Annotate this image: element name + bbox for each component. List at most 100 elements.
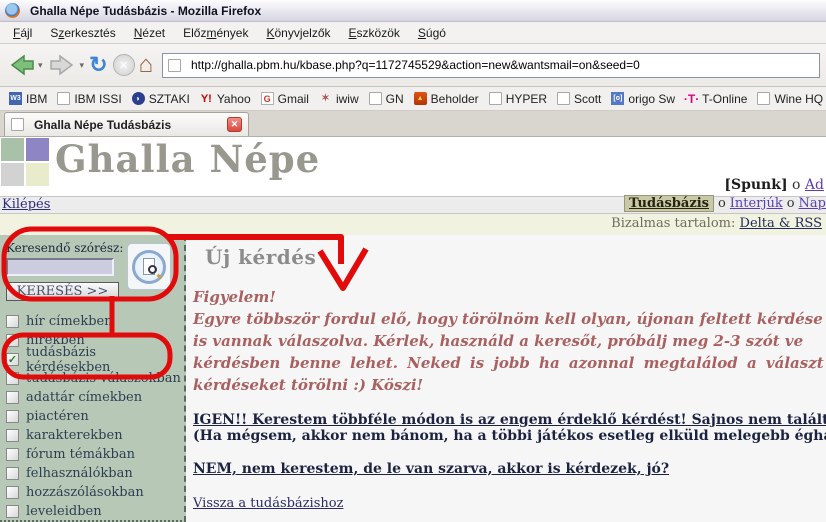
search-input[interactable] (6, 258, 114, 276)
delta-rss-link[interactable]: Delta & RSS (740, 216, 822, 231)
checkbox-unchecked[interactable] (6, 486, 19, 499)
back-dropdown-icon[interactable]: ▾ (38, 60, 43, 71)
sztaki-icon (132, 92, 145, 105)
tab-title: Ghalla Népe Tudásbázis (34, 118, 227, 132)
nav-tab-tudasbazis[interactable]: Tudásbázis (624, 195, 714, 212)
search-preview-button[interactable] (127, 243, 171, 290)
iwiw-icon (319, 92, 332, 105)
yes-searched-link[interactable]: IGEN!! Kerestem többféle módon is az eng… (193, 412, 826, 428)
bookmark-sztaki[interactable]: SZTAKI (127, 90, 195, 108)
bookmark-tonline[interactable]: T-Online (680, 90, 752, 108)
forward-dropdown-icon[interactable]: ▾ (80, 60, 85, 71)
ibm-w3-icon (9, 92, 22, 105)
menu-edit[interactable]: Szerkesztés (41, 23, 124, 43)
search-scope-list: hír címekben hírekben tudásbázis kérdése… (3, 312, 184, 522)
bookmark-yahoo[interactable]: Yahoo (195, 90, 256, 108)
beholder-icon (414, 92, 427, 105)
scope-piacteren[interactable]: piactéren (3, 407, 184, 426)
firefox-icon (5, 3, 20, 18)
tab-bar: Ghalla Népe Tudásbázis ✕ (0, 111, 826, 137)
nav-link-interjuk[interactable]: Interjúk (730, 196, 783, 211)
bookmark-iwiw[interactable]: iwiw (314, 90, 364, 108)
checkbox-checked[interactable] (6, 353, 19, 366)
bookmark-ibm-issi[interactable]: IBM ISSI (52, 90, 126, 108)
page-icon (489, 92, 502, 105)
checkbox-unchecked[interactable] (6, 315, 19, 328)
site-nav-links: Tudásbázis o Interjúk o Nap (624, 195, 826, 212)
bookmark-winehq[interactable]: Wine HQ (752, 90, 826, 108)
checkbox-unchecked[interactable] (6, 372, 19, 385)
checkbox-unchecked[interactable] (6, 429, 19, 442)
main-panel: Új kérdés Figyelem! Egyre többször fordu… (186, 235, 826, 522)
reload-icon: ↻ (89, 54, 107, 76)
menu-tools[interactable]: Eszközök (340, 23, 409, 43)
scope-karakterekben[interactable]: karakterekben (3, 426, 184, 445)
bookmark-gn[interactable]: GN (364, 90, 409, 108)
tab-ghalla-nepe-tudasbazis[interactable]: Ghalla Népe Tudásbázis ✕ (4, 112, 249, 136)
menu-bookmarks[interactable]: Könyvjelzők (257, 23, 339, 43)
warning-heading: Figyelem! (193, 286, 826, 308)
stop-button[interactable]: ✕ (113, 54, 135, 76)
scope-tudasbazis-kerdesekben[interactable]: tudásbázis kérdésekben (3, 350, 184, 369)
window-titlebar: Ghalla Népe Tudásbázis - Mozilla Firefox (0, 0, 826, 22)
no-not-searched-link[interactable]: NEM, nem kerestem, de le van szarva, akk… (193, 461, 826, 477)
scope-hozzaszolasokban[interactable]: hozzászólásokban (3, 483, 184, 502)
search-button[interactable]: KERESÉS >> (6, 282, 119, 301)
bookmark-origo[interactable]: origo Sw (606, 90, 680, 108)
navigation-toolbar: ▾ ▾ ↻ ✕ ⌂ http://ghalla.pbm.hu/kbase.php… (0, 44, 826, 87)
menu-history[interactable]: Előzmények (174, 23, 257, 43)
tab-close-icon[interactable]: ✕ (227, 117, 242, 132)
page-icon (557, 92, 570, 105)
page-icon (757, 92, 770, 105)
menu-help[interactable]: Súgó (409, 23, 455, 43)
document-search-icon (132, 250, 166, 284)
forward-arrow-icon (48, 52, 78, 78)
bookmark-hyper[interactable]: HYPER (484, 90, 552, 108)
home-icon: ⌂ (139, 53, 154, 77)
bookmark-gmail[interactable]: Gmail (256, 90, 314, 108)
back-button[interactable] (6, 52, 36, 78)
reload-button[interactable]: ↻ (89, 54, 107, 76)
site-header: Ghalla Népe [Spunk] o Ad (0, 137, 826, 196)
bookmarks-bar: IBM IBM ISSI SZTAKI Yahoo Gmail iwiw GN … (0, 87, 826, 111)
scope-adattar-cimekben[interactable]: adattár címekben (3, 388, 184, 407)
search-sidebar: Keresendő szórész: KERESÉS >> hír címekb… (0, 235, 186, 522)
logo-square-yellow (26, 163, 49, 186)
checkbox-unchecked[interactable] (6, 467, 19, 480)
checkbox-unchecked[interactable] (6, 410, 19, 423)
back-arrow-icon (6, 52, 36, 78)
stop-icon: ✕ (113, 54, 135, 76)
window-title: Ghalla Népe Tudásbázis - Mozilla Firefox (30, 4, 261, 18)
checkbox-unchecked[interactable] (6, 334, 19, 347)
scope-hir-cimekben[interactable]: hír címekben (3, 312, 184, 331)
scope-felhasznalokban[interactable]: felhasználókban (3, 464, 184, 483)
warning-text: Figyelem! Egyre többször fordul elő, hog… (193, 286, 826, 396)
search-area: Keresendő szórész: KERESÉS >> (3, 241, 184, 303)
scope-forum-temakban[interactable]: fórum témákban (3, 445, 184, 464)
home-button[interactable]: ⌂ (139, 53, 154, 77)
menu-view[interactable]: Nézet (125, 23, 174, 43)
site-logo (0, 137, 49, 186)
scope-leveleidben[interactable]: leveleidben (3, 502, 184, 521)
checkbox-unchecked[interactable] (6, 448, 19, 461)
url-bar[interactable]: http://ghalla.pbm.hu/kbase.php?q=1172745… (162, 53, 820, 78)
checkbox-unchecked[interactable] (6, 391, 19, 404)
checkbox-unchecked[interactable] (6, 505, 19, 518)
bookmark-beholder[interactable]: Beholder (409, 90, 484, 108)
back-to-knowledgebase-link[interactable]: Vissza a tudásbázishoz (193, 496, 343, 511)
url-text[interactable]: http://ghalla.pbm.hu/kbase.php?q=1172745… (191, 58, 640, 72)
nav-link-naplo[interactable]: Nap (799, 196, 826, 211)
bookmark-ibm[interactable]: IBM (4, 90, 52, 108)
page-title: Új kérdés (205, 245, 826, 269)
user-data-link[interactable]: Ad (805, 177, 824, 193)
menu-file[interactable]: Fájl (4, 23, 41, 43)
content-area: Keresendő szórész: KERESÉS >> hír címekb… (0, 235, 826, 522)
bookmark-scott[interactable]: Scott (552, 90, 606, 108)
logo-square-purple (26, 138, 49, 161)
logo-square-gray (1, 163, 24, 186)
scope-tudasbazis-valaszokban[interactable]: tudásbázis válaszokban (3, 369, 184, 388)
logout-link[interactable]: Kilépés (2, 197, 50, 212)
page-favicon-icon (168, 59, 181, 72)
site-nav-bar: Kilépés Tudásbázis o Interjúk o Nap (0, 196, 826, 214)
forward-button[interactable] (48, 52, 78, 78)
